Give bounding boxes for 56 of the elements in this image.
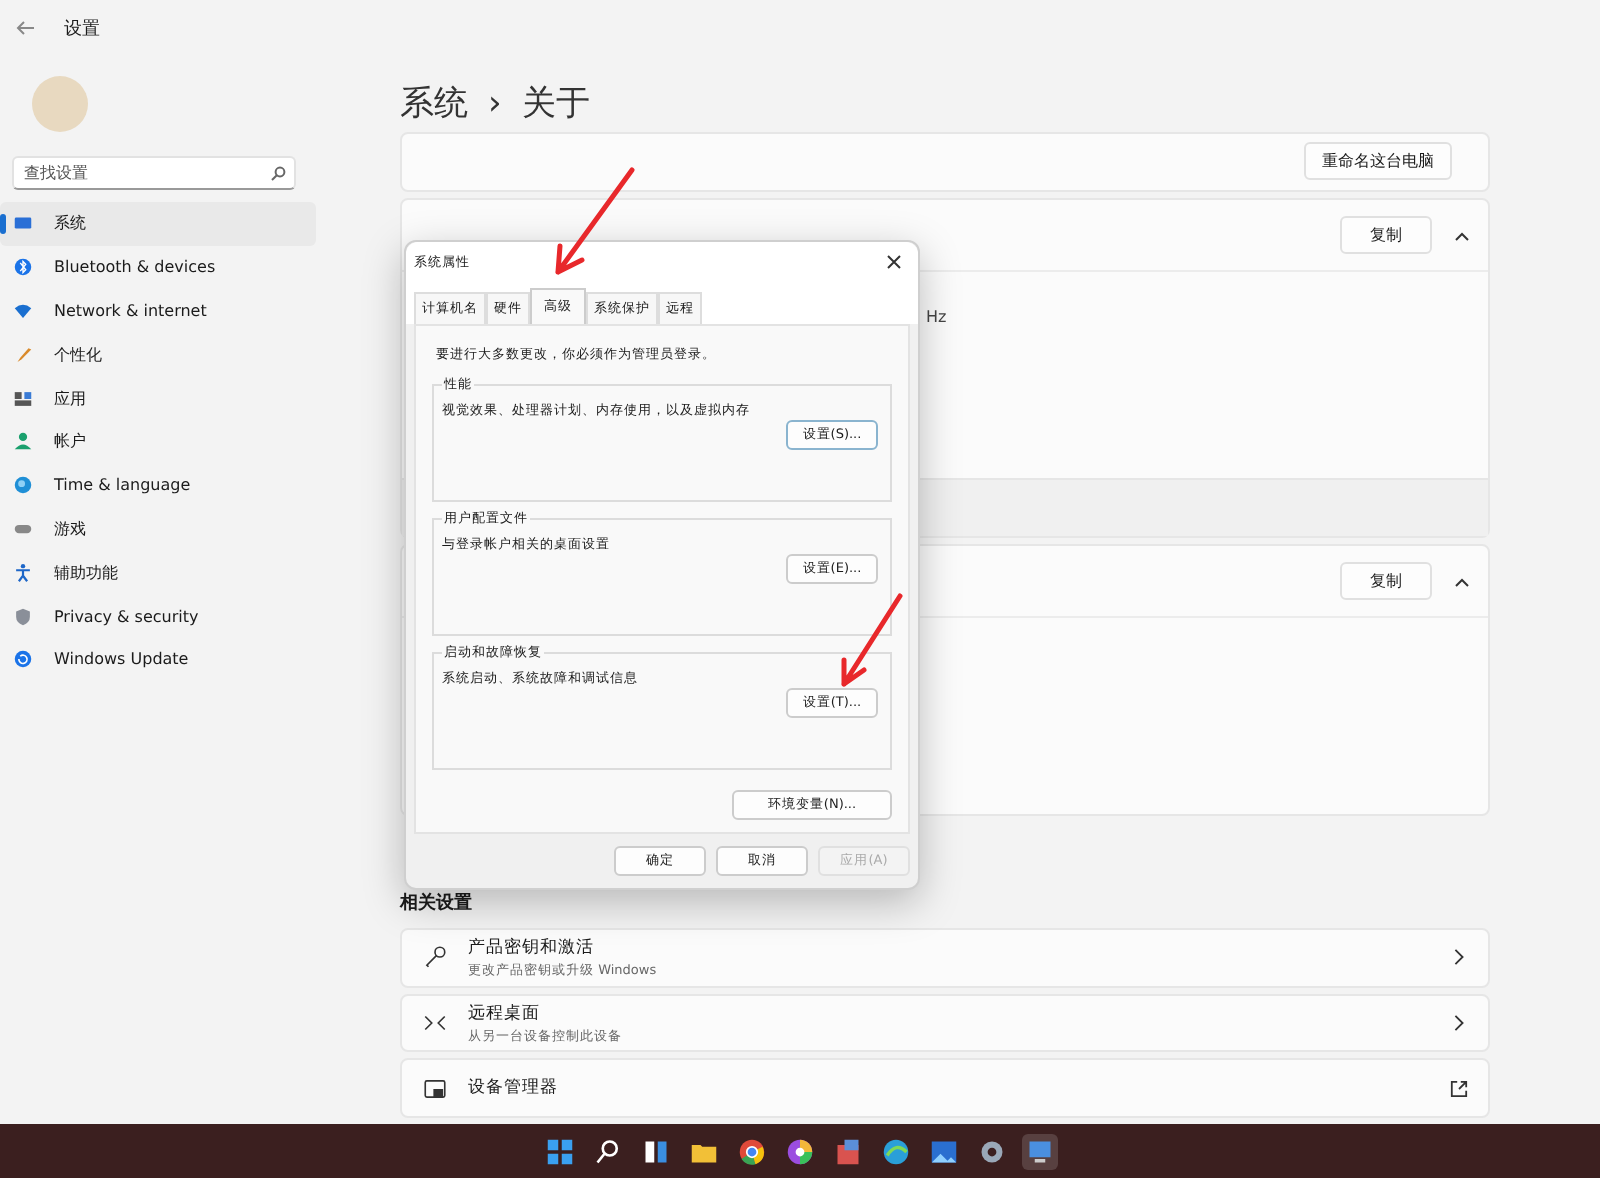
sidebar-item[interactable]: Privacy & security [0,594,316,638]
bluetooth-icon [12,256,34,279]
window-title: 设置 [64,17,100,41]
sidebar-item[interactable]: Network & internet [0,289,316,333]
update-icon [12,648,34,671]
shield-icon [12,605,34,628]
sidebar-item[interactable]: 游戏 [0,507,316,551]
sidebar-item[interactable]: 应用 [0,376,316,420]
sidebar-item[interactable]: 系统 [0,202,316,246]
copy-button[interactable]: 复制 [1340,562,1432,601]
row-title: 产品密钥和激活 [468,935,596,960]
chevron-right-icon [1450,948,1468,967]
annotation-arrow [841,593,903,687]
sidebar-item[interactable]: Bluetooth & devices [0,245,316,290]
picture-icon [930,1137,958,1165]
computer-icon [1026,1137,1054,1165]
windows-logo-icon [546,1137,574,1165]
monitor-icon [12,212,34,235]
rename-button[interactable]: 重命名这台电脑 [1304,142,1452,181]
close-icon[interactable] [886,254,902,270]
search-icon [594,1137,622,1165]
copy-button[interactable]: 复制 [1340,216,1432,255]
color-wheel-icon [786,1137,814,1165]
person-icon [12,430,34,453]
sidebar-item[interactable]: 帐户 [0,419,316,464]
back-icon[interactable] [16,18,36,38]
external-link-icon [1450,1079,1468,1098]
avatar [32,76,88,132]
section-title: 相关设置 [400,890,474,917]
store-icon [834,1137,862,1165]
browser-icon [738,1137,766,1165]
key-icon [422,944,448,971]
page-title: 关于 [521,82,590,127]
settings-icon [978,1137,1006,1165]
sidebar-item[interactable]: 辅助功能 [0,550,316,595]
search-icon [270,165,286,181]
row-title: 设备管理器 [468,1076,560,1101]
accessibility-icon [12,561,34,584]
chevron-right-icon [1450,1014,1468,1033]
settings-row[interactable]: 设备管理器 [400,1058,1490,1118]
search-field[interactable]: 查找设置 [12,156,296,190]
brush-icon [12,343,34,366]
device-manager-icon [422,1075,448,1102]
sidebar-item[interactable]: 个性化 [0,332,316,377]
spec-text: Hz [926,308,947,327]
annotation-arrow [555,167,635,275]
row-title: 远程桌面 [468,1001,542,1026]
sidebar-item[interactable]: Windows Update [0,637,316,682]
breadcrumb-link[interactable]: 系统 [400,80,468,127]
widgets-icon [642,1137,670,1165]
wifi-icon [12,299,34,322]
browser-icon [882,1137,910,1165]
apps-icon [12,387,34,410]
sidebar-item[interactable]: Time & language [0,463,316,508]
breadcrumb-separator: › [488,83,502,124]
taskbar-button[interactable] [1022,1133,1058,1169]
